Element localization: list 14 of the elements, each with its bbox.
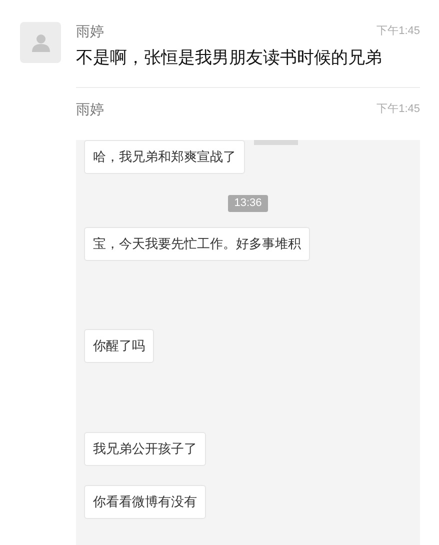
chat-bubble: 我兄弟公开孩子了 <box>84 432 206 466</box>
avatar[interactable] <box>20 22 61 63</box>
message-time: 下午1:45 <box>376 102 420 117</box>
sender-name: 雨婷 <box>76 22 104 40</box>
person-icon <box>30 34 50 52</box>
message-time: 下午1:45 <box>376 24 420 39</box>
timestamp: 13:36 <box>228 195 268 212</box>
chat-bubble: 哈，我兄弟和郑爽宣战了 <box>84 140 245 174</box>
chat-bubble: 你醒了吗 <box>84 329 154 363</box>
chat-bubble: 宝，今天我要先忙工作。好多事堆积 <box>84 227 310 261</box>
timestamp-stub <box>254 140 298 145</box>
sender-name: 雨婷 <box>76 100 104 118</box>
message-text: 不是啊，张恒是我男朋友读书时候的兄弟 <box>76 48 382 67</box>
chat-bubble: 你看看微博有没有 <box>84 485 206 519</box>
